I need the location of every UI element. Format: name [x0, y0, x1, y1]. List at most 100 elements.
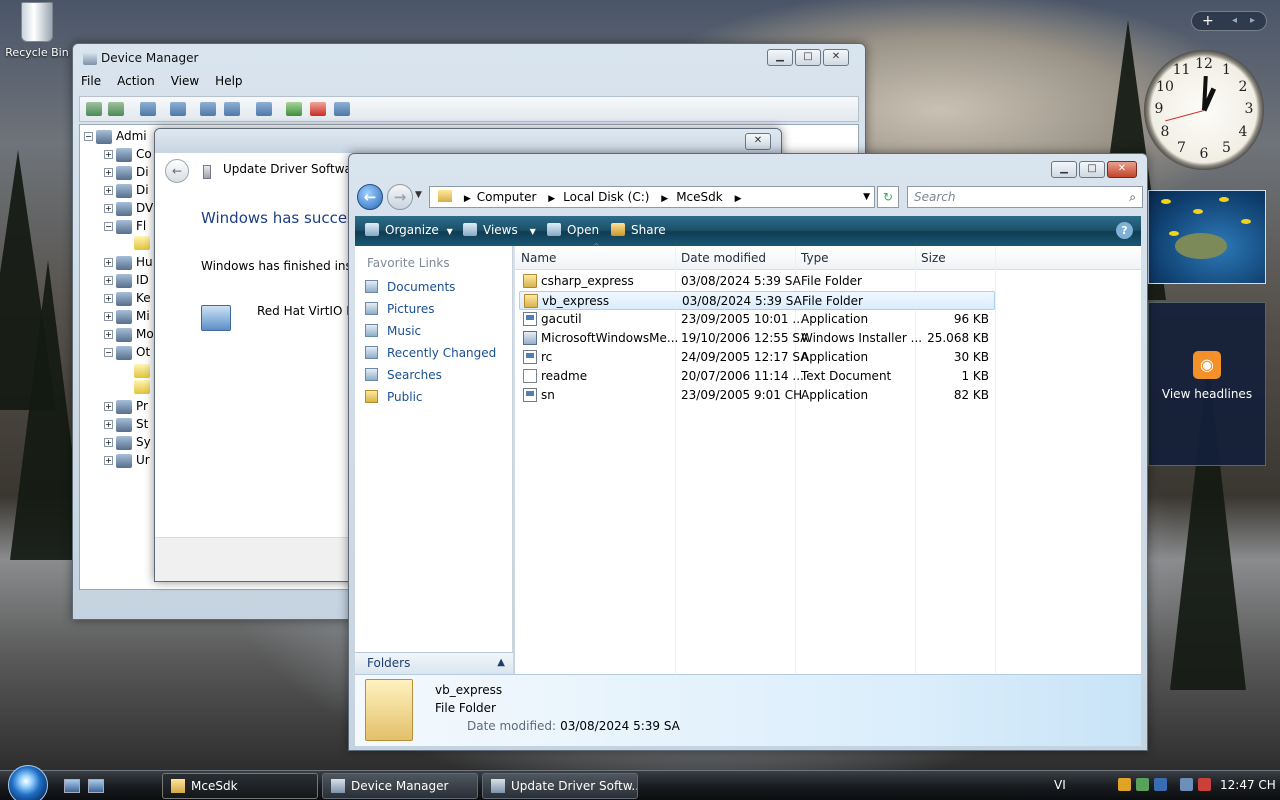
favorite-link-recently-changed[interactable]: Recently Changed — [365, 346, 496, 360]
file-row-csharp-express[interactable]: csharp_express 03/08/2024 5:39 SA File Fol… — [519, 272, 995, 291]
file-row-rc[interactable]: rc 24/09/2005 12:17 SA Application 30 KB — [519, 348, 995, 367]
breadcrumb-computer[interactable]: Computer — [477, 190, 537, 204]
expand-icon[interactable]: + — [104, 438, 113, 447]
menu-help[interactable]: Help — [215, 74, 242, 88]
device-tree-node[interactable]: + ID — [104, 273, 149, 290]
scan-hardware-icon[interactable] — [256, 102, 272, 116]
monitor-icon[interactable] — [1154, 778, 1167, 791]
device-tree-node[interactable] — [134, 379, 154, 396]
favorite-link-public[interactable]: Public — [365, 390, 423, 404]
clock-gadget[interactable]: 12 1 2 3 4 5 6 7 8 9 10 11 — [1144, 50, 1264, 170]
uninstall-icon[interactable] — [310, 102, 326, 116]
expand-icon[interactable]: + — [104, 258, 113, 267]
device-tree-node[interactable]: + Sy — [104, 435, 151, 452]
help-icon[interactable]: ? — [1116, 222, 1133, 239]
maximize-button[interactable]: □ — [795, 49, 821, 66]
recycle-bin-icon[interactable]: Recycle Bin — [4, 2, 70, 59]
address-bar[interactable]: ▶ Computer ▶ Local Disk (C:) ▶ McеSdk ▶ ▼ — [429, 186, 875, 208]
open-button[interactable]: Open — [547, 223, 599, 237]
update-driver-icon[interactable] — [286, 102, 302, 116]
switch-windows-icon[interactable] — [88, 779, 104, 793]
collapse-icon[interactable]: − — [84, 132, 93, 141]
properties-icon[interactable] — [170, 102, 186, 116]
expand-icon[interactable]: − — [104, 348, 113, 357]
start-button[interactable] — [8, 765, 48, 800]
taskbar-clock[interactable]: 12:47 CH — [1220, 771, 1276, 799]
taskbar-item-device-manager[interactable]: Device Manager — [322, 773, 478, 799]
prev-gadget-button[interactable]: ◂ — [1232, 12, 1237, 30]
expand-icon[interactable]: + — [104, 276, 113, 285]
next-gadget-button[interactable]: ▸ — [1250, 12, 1255, 30]
file-row-microsoftwindowsme-[interactable]: MicrosoftWindowsMe... 19/10/2006 12:55 SA… — [519, 329, 995, 348]
organize-button[interactable]: Organize ▼ — [365, 223, 453, 237]
close-button[interactable]: ✕ — [745, 133, 771, 150]
expand-icon[interactable]: + — [104, 294, 113, 303]
column-type[interactable]: Type — [801, 251, 829, 265]
show-hide-tree-icon[interactable] — [140, 102, 156, 116]
device-tree-node[interactable]: − Fl — [104, 219, 146, 236]
address-dropdown-icon[interactable]: ▼ — [863, 187, 870, 207]
expand-icon[interactable]: + — [104, 456, 113, 465]
explorer-window[interactable]: ▁ □ ✕ ← → ▼ ▶ Computer ▶ Local Disk (C:) ▶… — [348, 153, 1148, 751]
refresh-icon[interactable]: ↻ — [877, 186, 899, 208]
breadcrumb-mcesdk[interactable]: McеSdk — [676, 190, 723, 204]
recent-pages-chevron-icon[interactable]: ▼ — [415, 190, 422, 200]
forward-button[interactable]: → — [387, 184, 413, 210]
file-row-sn[interactable]: sn 23/09/2005 9:01 CH Application 82 KB — [519, 386, 995, 405]
favorite-link-searches[interactable]: Searches — [365, 368, 442, 382]
device-tree-node[interactable]: + Hu — [104, 255, 153, 272]
slideshow-gadget[interactable] — [1148, 190, 1266, 284]
network-icon[interactable] — [1180, 778, 1193, 791]
expand-icon[interactable]: + — [104, 204, 113, 213]
expand-icon[interactable]: + — [104, 402, 113, 411]
folders-toggle[interactable]: Folders ▲ — [355, 652, 513, 674]
file-row-gacutil[interactable]: gacutil 23/09/2005 10:01 ... Application 96… — [519, 310, 995, 329]
device-tree-node[interactable]: + Pr — [104, 399, 148, 416]
column-size[interactable]: Size — [921, 251, 946, 265]
view-headlines-link[interactable]: View headlines — [1162, 387, 1252, 401]
file-row-vb-express[interactable]: vb_express 03/08/2024 5:39 SA File Folder — [519, 291, 995, 310]
favorite-link-documents[interactable]: Documents — [365, 280, 455, 294]
menu-action[interactable]: Action — [117, 74, 155, 88]
add-gadget-button[interactable]: + — [1202, 12, 1214, 30]
device-tree-node[interactable] — [134, 363, 154, 380]
search-icon[interactable]: ⌕ — [1129, 187, 1136, 207]
expand-icon[interactable]: + — [104, 330, 113, 339]
search-input[interactable]: Search ⌕ — [907, 186, 1143, 208]
help-icon[interactable] — [200, 102, 216, 116]
views-button[interactable]: Views ▼ — [463, 223, 536, 237]
expand-icon[interactable]: + — [104, 312, 113, 321]
maximize-button[interactable]: □ — [1079, 161, 1105, 178]
device-tree-node[interactable]: − Admi — [84, 129, 147, 146]
close-button[interactable]: ✕ — [1107, 161, 1137, 178]
device-tree-node[interactable]: + Di — [104, 165, 149, 182]
update-icon[interactable] — [1136, 778, 1149, 791]
back-button[interactable]: ← — [165, 159, 189, 183]
menu-view[interactable]: View — [171, 74, 199, 88]
volume-muted-icon[interactable] — [1198, 778, 1211, 791]
forward-arrow-icon[interactable] — [108, 102, 124, 116]
expand-icon[interactable]: + — [104, 168, 113, 177]
show-desktop-icon[interactable] — [64, 779, 80, 793]
device-tree-node[interactable] — [134, 235, 154, 252]
menu-file[interactable]: File — [81, 74, 101, 88]
taskbar-item-update-driver[interactable]: Update Driver Softw... — [482, 773, 638, 799]
expand-icon[interactable]: + — [104, 150, 113, 159]
file-row-readme[interactable]: readme 20/07/2006 11:14 ... Text Document 1… — [519, 367, 995, 386]
security-shield-icon[interactable] — [1118, 778, 1131, 791]
share-button[interactable]: Share — [611, 223, 666, 237]
device-tree-node[interactable]: − Ot — [104, 345, 150, 362]
disable-device-icon[interactable] — [334, 102, 350, 116]
device-tree-node[interactable]: + Ke — [104, 291, 151, 308]
close-button[interactable]: ✕ — [823, 49, 849, 66]
back-arrow-icon[interactable] — [86, 102, 102, 116]
device-tree-node[interactable]: + Di — [104, 183, 149, 200]
breadcrumb-local-disk[interactable]: Local Disk (C:) — [563, 190, 649, 204]
favorite-link-music[interactable]: Music — [365, 324, 421, 338]
minimize-button[interactable]: ▁ — [767, 49, 793, 66]
device-tree-node[interactable]: + St — [104, 417, 148, 434]
expand-icon[interactable]: − — [104, 222, 113, 231]
device-tree-node[interactable]: + DV — [104, 201, 153, 218]
column-date-modified[interactable]: Date modified — [681, 251, 766, 265]
device-tree-node[interactable]: + Ur — [104, 453, 150, 470]
